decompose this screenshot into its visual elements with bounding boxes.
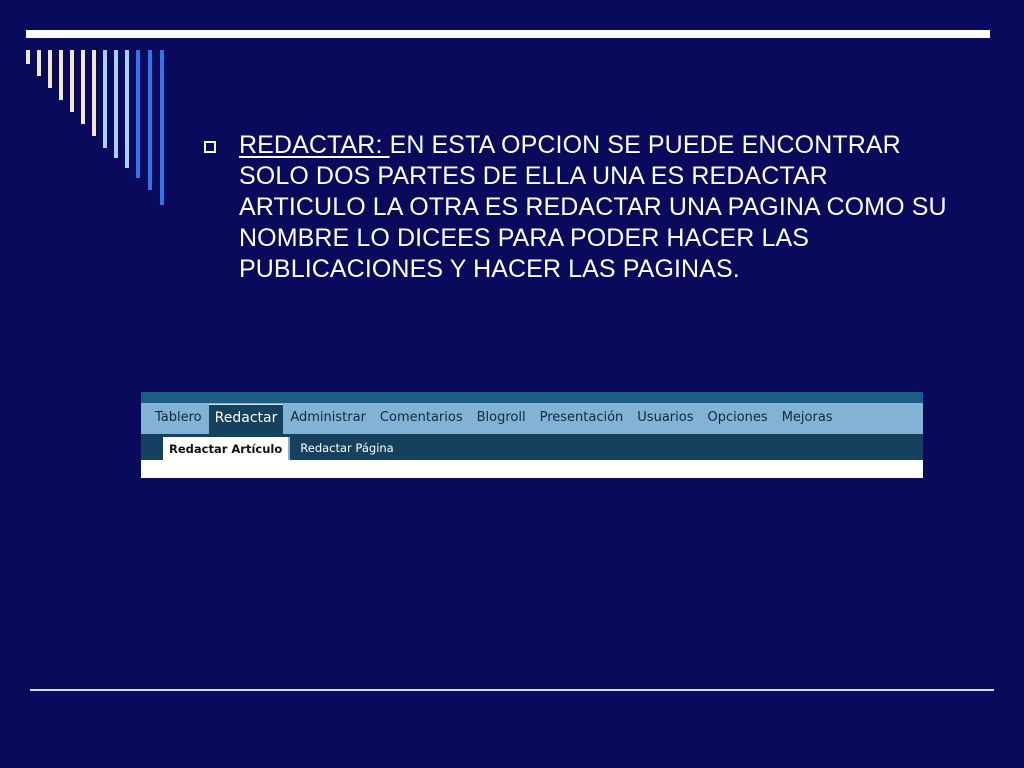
admin-content-area xyxy=(141,460,923,478)
menu-item-comentarios[interactable]: Comentarios xyxy=(373,410,470,434)
menu-item-usuarios[interactable]: Usuarios xyxy=(630,410,700,434)
admin-header-bar xyxy=(141,392,923,403)
stripe xyxy=(70,50,74,112)
bottom-rule xyxy=(30,689,994,691)
menu-item-presentacion[interactable]: Presentación xyxy=(533,410,631,434)
stripe xyxy=(136,50,140,178)
submenu-item-redactar-pagina[interactable]: Redactar Página xyxy=(290,441,403,460)
stripe xyxy=(103,50,107,148)
wordpress-admin-screenshot: Tablero Redactar Administrar Comentarios… xyxy=(141,392,923,478)
bullet-text: REDACTAR: EN ESTA OPCION SE PUEDE ENCONT… xyxy=(239,130,960,285)
menu-item-redactar[interactable]: Redactar xyxy=(208,404,284,434)
menu-item-blogroll[interactable]: Blogroll xyxy=(470,410,533,434)
stripe xyxy=(92,50,96,136)
bullet-term: REDACTAR: xyxy=(239,131,390,159)
stripe xyxy=(37,50,41,76)
decorative-stripes xyxy=(0,0,180,220)
menu-item-tablero[interactable]: Tablero xyxy=(148,410,209,434)
stripe xyxy=(125,50,129,168)
slide-content: REDACTAR: EN ESTA OPCION SE PUEDE ENCONT… xyxy=(200,130,960,285)
admin-submenu: Redactar Artículo Redactar Página xyxy=(141,434,923,460)
stripe xyxy=(59,50,63,100)
stripe xyxy=(81,50,85,124)
stripe xyxy=(160,50,164,205)
hollow-square-icon xyxy=(204,141,216,153)
menu-item-opciones[interactable]: Opciones xyxy=(700,410,774,434)
submenu-item-redactar-articulo[interactable]: Redactar Artículo xyxy=(163,437,291,460)
stripe xyxy=(148,50,152,190)
admin-menu: Tablero Redactar Administrar Comentarios… xyxy=(141,403,923,434)
stripe xyxy=(114,50,118,158)
menu-item-mejoras[interactable]: Mejoras xyxy=(775,410,840,434)
stripe xyxy=(48,50,52,88)
menu-item-administrar[interactable]: Administrar xyxy=(283,410,373,434)
stripe xyxy=(26,50,30,64)
